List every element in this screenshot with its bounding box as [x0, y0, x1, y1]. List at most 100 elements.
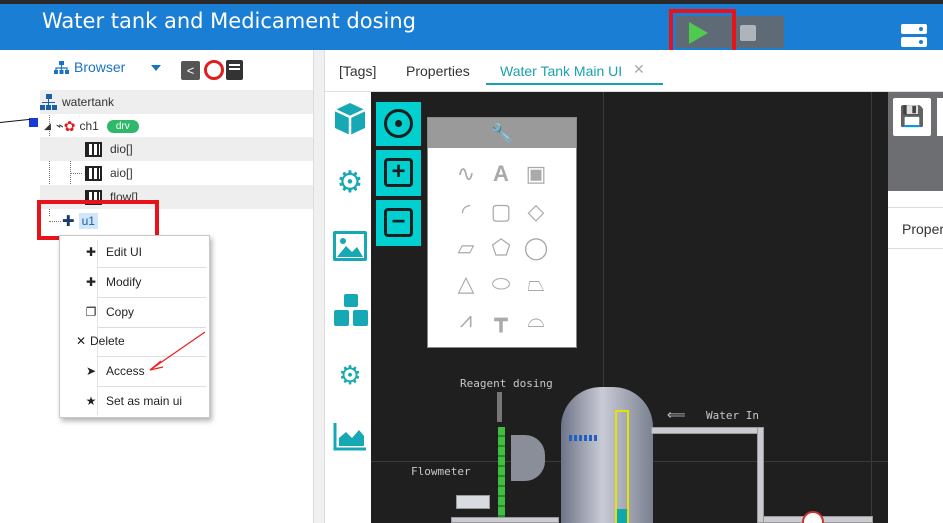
water-tank[interactable]	[561, 387, 653, 523]
gauge-tool-icon[interactable]: ⌓	[520, 304, 552, 336]
water-in-pipe	[757, 427, 764, 523]
cubes-icon[interactable]	[331, 292, 369, 330]
ui-editor: ⚙ ⚙ + − �	[325, 92, 943, 523]
highlight-u1-box	[37, 200, 159, 240]
reagent-label: Reagent dosing	[460, 377, 553, 390]
design-canvas[interactable]: + − 🔧 ∿ A ▣ ◜ ▢ ◇ ▱ ⬠ ◯ △ ⬭ ⏢ ⩘ ┳ ⌓ Reag…	[371, 92, 888, 523]
base-pipe	[451, 517, 559, 523]
table-icon	[85, 141, 102, 157]
paper-plane-icon: ➤	[85, 364, 97, 378]
wrench-icon[interactable]: 🔧	[428, 118, 576, 148]
chevron-down-icon[interactable]	[151, 65, 161, 71]
gear-icon: ✿	[63, 117, 76, 134]
properties-toolbar: 💾	[888, 92, 943, 191]
panel-splitter[interactable]	[313, 50, 325, 523]
zoom-in-button[interactable]: +	[376, 150, 421, 196]
arc-tool-icon[interactable]: ◜	[450, 196, 482, 228]
circle-tool-icon[interactable]: ◯	[520, 232, 552, 264]
flowmeter[interactable]	[456, 495, 490, 509]
menu-item-label: Modify	[106, 275, 142, 289]
star-icon: ★	[85, 394, 97, 408]
tree-item-label: aio[]	[110, 166, 133, 180]
browser-tab[interactable]: Browser	[54, 59, 125, 75]
ellipse-tool-icon[interactable]: ⬭	[485, 268, 517, 300]
app-title: Water tank and Medicament dosing	[42, 9, 416, 33]
polygon-tool-icon[interactable]: ⏢	[520, 268, 552, 300]
menu-item-set-main-ui[interactable]: ★ Set as main ui	[60, 386, 211, 416]
copy-icon: ❐	[85, 305, 97, 319]
component-toolbar: ⚙ ⚙	[325, 92, 371, 523]
menu-item-label: Access	[106, 364, 145, 378]
image-icon[interactable]	[331, 230, 369, 268]
reagent-pipe	[497, 392, 502, 422]
crosshair-icon	[384, 109, 413, 138]
gear-icon[interactable]: ⚙	[331, 164, 369, 202]
share-icon[interactable]: <	[181, 61, 200, 80]
tank-level-fill	[617, 509, 627, 523]
menu-item-edit-ui[interactable]: ✚ Edit UI	[60, 237, 211, 267]
text-tool-icon[interactable]: A	[485, 158, 517, 190]
center-view-button[interactable]	[376, 102, 421, 146]
book-icon[interactable]	[226, 60, 243, 80]
puzzle-icon: ✚	[85, 245, 97, 259]
flowmeter-label: Flowmeter	[411, 465, 471, 478]
tree-item-dio[interactable]: dio[]	[40, 137, 313, 161]
refresh-icon[interactable]	[204, 60, 224, 80]
area-chart-icon[interactable]	[331, 420, 369, 458]
tree-item-label: watertank	[62, 95, 115, 109]
active-tab-indicator	[486, 83, 663, 85]
grid-line	[871, 92, 872, 523]
curve-tool-icon[interactable]: ∿	[450, 158, 482, 190]
menu-item-label: Copy	[106, 305, 135, 319]
server-icon[interactable]	[901, 24, 927, 48]
dosing-pipe[interactable]	[498, 427, 505, 523]
rect-tool-icon[interactable]: ▢	[485, 196, 517, 228]
water-in-label: Water In	[706, 409, 759, 422]
tree-item-aio[interactable]: aio[]	[40, 161, 313, 185]
close-icon: ✕	[75, 334, 87, 348]
context-menu: ✚ Edit UI ✚ Modify ❐ Copy ✕ Delete ➤ Acc…	[59, 235, 210, 418]
tab-water-tank-main-ui[interactable]: Water Tank Main UI	[500, 63, 622, 79]
dosing-pump[interactable]	[511, 435, 545, 481]
water-in-pipe	[651, 427, 764, 434]
plus-icon: +	[384, 158, 413, 187]
pipe-tool-icon[interactable]: ┳	[485, 304, 517, 336]
tank-level-gauge	[615, 410, 629, 523]
hierarchy-icon	[40, 94, 58, 110]
connector-node	[29, 118, 38, 127]
image-tool-icon[interactable]: ▣	[520, 158, 552, 190]
tab-bar: [Tags] Properties Water Tank Main UI ✕	[325, 50, 943, 92]
triangle-tool-icon[interactable]: △	[450, 268, 482, 300]
tree-item-channel[interactable]: ◢ ⌁ ✿ ch1 drv	[40, 114, 313, 138]
stop-icon[interactable]	[740, 25, 756, 41]
cogs-icon[interactable]: ⚙	[331, 356, 369, 394]
plug-icon: ⌁	[55, 118, 64, 133]
status-badge: drv	[106, 119, 139, 133]
parallelogram-tool-icon[interactable]: ▱	[450, 232, 482, 264]
menu-item-label: Set as main ui	[106, 394, 183, 408]
menu-item-label: Edit UI	[106, 245, 143, 259]
zoom-out-button[interactable]: −	[376, 200, 421, 246]
save-icon[interactable]: 💾	[893, 98, 931, 136]
annotation-arrow	[149, 331, 206, 371]
tab-properties[interactable]: Properties	[406, 63, 470, 79]
close-icon[interactable]: ✕	[633, 61, 645, 78]
browser-tab-label: Browser	[74, 59, 126, 75]
polyline-tool-icon[interactable]: ⩘	[450, 304, 482, 336]
diamond-tool-icon[interactable]: ◇	[520, 196, 552, 228]
toolbar-button[interactable]	[937, 98, 943, 136]
expand-icon[interactable]: ◢	[44, 121, 51, 132]
pentagon-tool-icon[interactable]: ⬠	[485, 232, 517, 264]
tab-tags[interactable]: [Tags]	[339, 63, 376, 79]
divider	[888, 248, 943, 249]
menu-item-copy[interactable]: ❐ Copy	[60, 297, 211, 327]
tank-label	[569, 435, 599, 441]
table-icon	[85, 165, 102, 181]
tree-item-root[interactable]: watertank	[40, 90, 313, 114]
sitemap-icon	[54, 60, 69, 74]
water-in-arrow: ⟸	[667, 408, 686, 423]
tree-item-label: dio[]	[110, 142, 133, 156]
cube-icon[interactable]	[331, 100, 369, 138]
tree-item-label: ch1	[79, 119, 99, 133]
menu-item-modify[interactable]: ✚ Modify	[60, 267, 211, 297]
